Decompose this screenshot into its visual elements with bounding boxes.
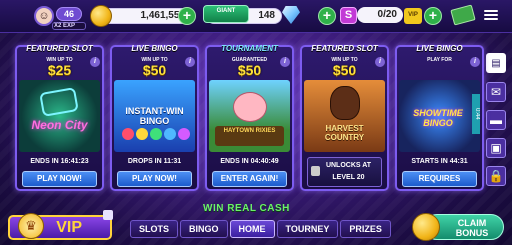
info-icon[interactable]: i [280, 57, 290, 67]
neon-city-art: Neon City [19, 80, 100, 152]
card-art-title: INSTANT-WIN BINGO [125, 106, 184, 126]
card-title: TOURNAMENT [221, 44, 278, 53]
card-live-bingo-1[interactable]: LIVE BINGO WIN UP TO $50 i INSTANT-WIN B… [110, 44, 199, 191]
info-icon[interactable]: i [375, 57, 385, 67]
player-level: 46 [56, 7, 82, 21]
card-status: DROPS IN 11:31 [127, 158, 182, 165]
giant-badge: GIANT [203, 5, 249, 23]
requires-button[interactable]: REQUIRES [402, 171, 477, 187]
gift-box-icon[interactable]: ▣ [486, 138, 506, 158]
claim-label: CLAIM [457, 218, 487, 228]
buy-tickets-button[interactable]: + [424, 7, 442, 25]
card-featured-slot-1[interactable]: FEATURED SLOT WIN UP TO $25 i Neon City … [15, 44, 104, 191]
ticket-count: 0/20 [357, 7, 403, 23]
play-now-button[interactable]: PLAY NOW! [117, 171, 192, 187]
lock-icon [103, 210, 113, 220]
card-title: LIVE BINGO [131, 44, 178, 53]
bonus-label: BONUS [455, 228, 489, 238]
top-bar: ☺ 46 X2 EXP 1,461,550 + 148 GIANT + 0/20… [0, 0, 512, 33]
harvest-country-art: HARVEST COUNTRY [304, 80, 385, 152]
card-live-bingo-2[interactable]: LIVE BINGO PLAY FOR i SHOWTIME BINGO 0:4… [395, 44, 484, 191]
tab-bingo[interactable]: BINGO [180, 220, 228, 238]
info-icon[interactable]: i [185, 57, 195, 67]
showtime-bingo-art: SHOWTIME BINGO 0:44 [399, 80, 480, 152]
card-art-title: HARVEST COUNTRY [324, 124, 365, 142]
locked-button: UNLOCKS AT LEVEL 20 [307, 157, 382, 187]
coin-icon [412, 213, 440, 241]
info-icon[interactable]: i [90, 57, 100, 67]
card-title: FEATURED SLOT [26, 44, 93, 53]
bingo-balls [122, 128, 190, 140]
play-now-button[interactable]: PLAY NOW! [22, 171, 97, 187]
countdown-tab: 0:44 [472, 94, 480, 134]
info-icon[interactable]: i [470, 57, 480, 67]
card-status: STARTS IN 44:31 [411, 158, 468, 165]
gem-icon [282, 6, 300, 24]
card-prize: $50 [332, 62, 357, 78]
news-icon[interactable]: ▤ [486, 53, 506, 73]
card-art-title: Neon City [31, 118, 88, 132]
unlock-level-label: UNLOCKS AT LEVEL 20 [325, 162, 372, 181]
vip-status-icon[interactable]: VIP [404, 8, 422, 24]
card-art-title: HAYTOWN RIXIES [215, 126, 284, 146]
win-real-cash-label: WIN REAL CASH [203, 203, 290, 214]
player-avatar[interactable]: ☺ [34, 6, 54, 26]
tab-tourney[interactable]: TOURNEY [276, 220, 339, 238]
dice-icon [39, 87, 79, 117]
lock-icon[interactable]: 🔒 [486, 166, 506, 186]
buy-gems-button[interactable]: + [318, 7, 336, 25]
card-status: ENDS IN 04:40:49 [220, 158, 279, 165]
mail-icon[interactable]: ✉ [486, 82, 506, 102]
card-prize: $50 [237, 62, 262, 78]
cash-icon[interactable] [450, 4, 476, 26]
card-title: LIVE BINGO [416, 44, 463, 53]
inbox-icon[interactable]: ▬ [486, 110, 506, 130]
menu-icon[interactable] [484, 8, 498, 22]
tab-home[interactable]: HOME [229, 220, 275, 238]
tab-prizes[interactable]: PRIZES [340, 220, 391, 238]
haytown-art: HAYTOWN RIXIES [209, 80, 290, 152]
card-tournament[interactable]: TOURNAMENT GUARANTEED $50 i HAYTOWN RIXI… [205, 44, 294, 191]
card-status: ENDS IN 16:41:23 [30, 158, 89, 165]
exp-multiplier-label: X2 EXP [54, 23, 76, 29]
tab-slots[interactable]: SLOTS [130, 220, 179, 238]
card-art-title: SHOWTIME BINGO [413, 108, 463, 128]
coin-icon [90, 5, 112, 27]
bottom-nav: SLOTS BINGO HOME TOURNEY PRIZES [130, 220, 391, 238]
card-prize: $50 [142, 62, 167, 78]
card-title: FEATURED SLOT [311, 44, 378, 53]
enter-again-button[interactable]: ENTER AGAIN! [212, 171, 287, 187]
card-featured-slot-2[interactable]: FEATURED SLOT WIN UP TO $50 i HARVEST CO… [300, 44, 389, 191]
pig-icon [233, 92, 267, 122]
instant-win-bingo-art: INSTANT-WIN BINGO [114, 80, 195, 152]
lock-icon [311, 166, 320, 176]
turkey-icon [330, 86, 360, 120]
buy-coins-button[interactable]: + [178, 7, 196, 25]
card-prize: $25 [47, 62, 72, 78]
ticket-icon[interactable]: S [340, 7, 357, 24]
game-lobby: ☺ 46 X2 EXP 1,461,550 + 148 GIANT + 0/20… [0, 0, 512, 245]
crown-icon: ♛ [18, 213, 44, 239]
